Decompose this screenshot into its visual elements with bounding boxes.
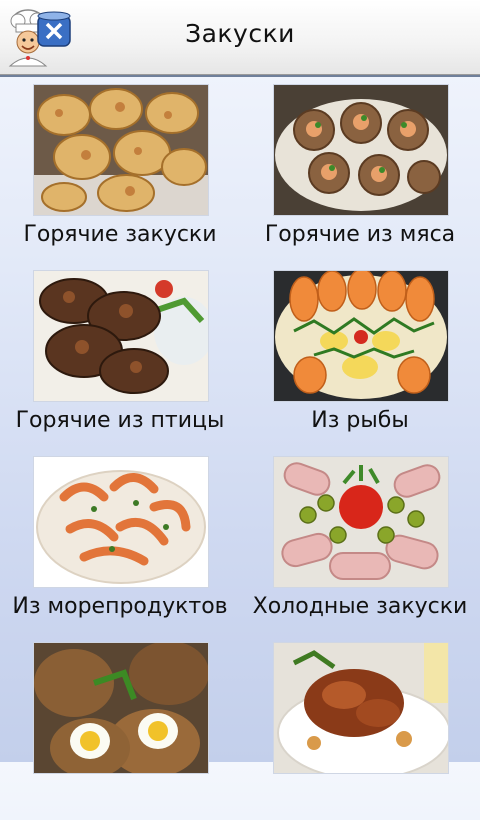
cheese-baked-rolls-image — [33, 84, 209, 216]
shrimp-plate-image — [33, 456, 209, 588]
category-label: Горячие закуски — [23, 222, 217, 247]
category-hot-snacks[interactable]: Горячие закуски — [0, 76, 240, 262]
app-header: Закуски — [0, 0, 480, 75]
ham-rolls-olives-image — [273, 456, 449, 588]
salmon-platter-image — [273, 270, 449, 402]
category-seafood[interactable]: Из морепродуктов — [0, 448, 240, 634]
meat-tartlets-image — [273, 84, 449, 216]
page-title: Закуски — [185, 19, 295, 48]
scotch-eggs-image — [33, 642, 209, 774]
category-item-8[interactable] — [240, 634, 480, 820]
category-item-7[interactable] — [0, 634, 240, 820]
category-cold-snacks[interactable]: Холодные закуски — [240, 448, 480, 634]
category-label: Горячие из мяса — [264, 222, 456, 247]
category-label: Из рыбы — [311, 408, 409, 433]
roasted-poultry-plate-image — [273, 642, 449, 774]
category-hot-poultry[interactable]: Горячие из птицы — [0, 262, 240, 448]
grilled-chicken-wings-image — [33, 270, 209, 402]
category-label: Из морепродуктов — [12, 594, 228, 619]
category-label: Холодные закуски — [252, 594, 468, 619]
category-label: Горячие из птицы — [15, 408, 225, 433]
category-hot-meat[interactable]: Горячие из мяса — [240, 76, 480, 262]
category-fish[interactable]: Из рыбы — [240, 262, 480, 448]
